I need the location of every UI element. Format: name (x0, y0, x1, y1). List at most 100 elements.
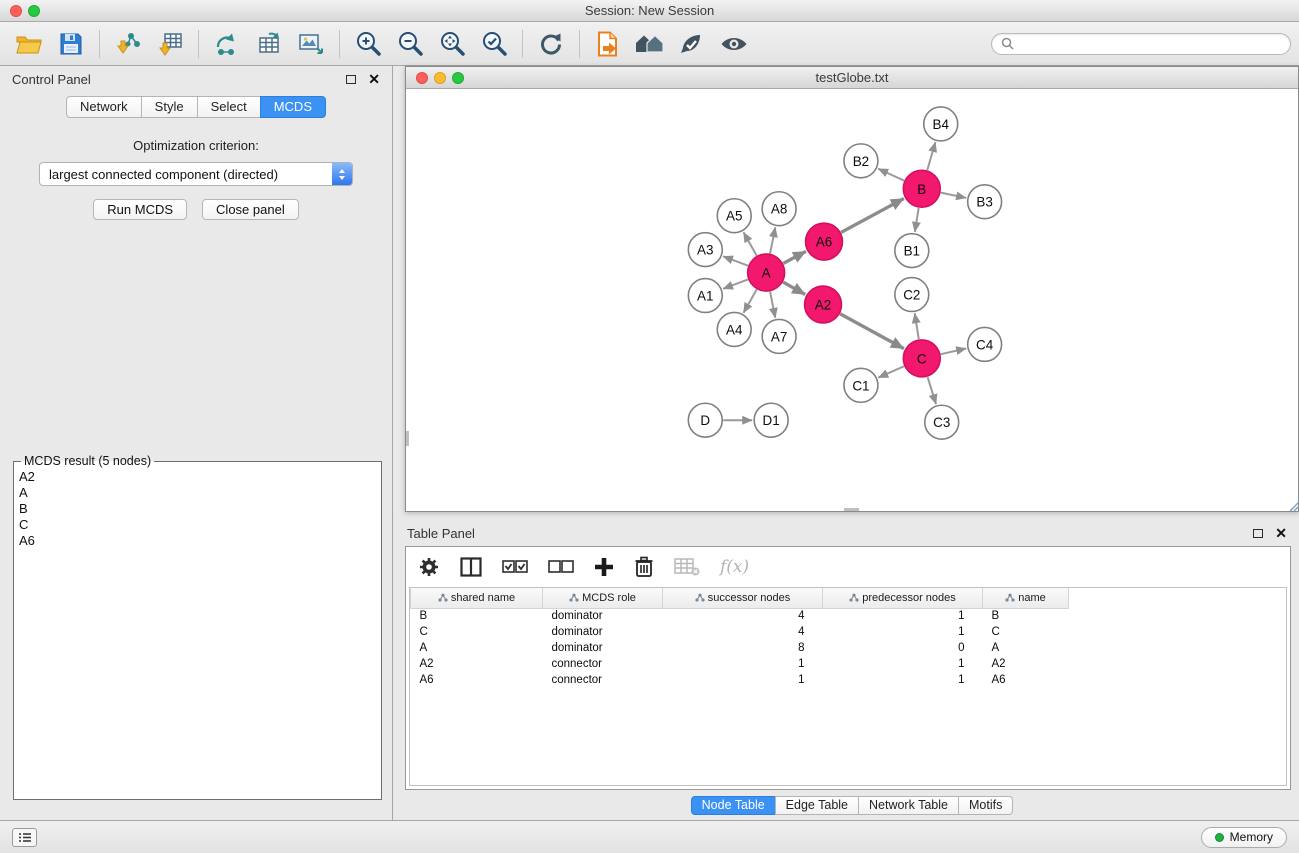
table-cell[interactable]: A (411, 640, 543, 656)
node-C[interactable]: C (903, 340, 940, 377)
zoom-fit-button[interactable] (431, 26, 473, 62)
home-button[interactable] (629, 26, 671, 62)
add-row-button[interactable] (594, 557, 614, 577)
node-B2[interactable]: B2 (844, 144, 878, 178)
edge-C-C2[interactable] (915, 313, 919, 339)
node-B3[interactable]: B3 (968, 185, 1002, 219)
tab-select[interactable]: Select (197, 96, 261, 118)
network-zoom-button[interactable] (452, 72, 464, 84)
node-B4[interactable]: B4 (924, 107, 958, 141)
node-B1[interactable]: B1 (895, 234, 929, 268)
table-cell[interactable]: dominator (543, 640, 663, 656)
node-A[interactable]: A (748, 254, 785, 291)
column-header-predecessor-nodes[interactable]: predecessor nodes (823, 588, 983, 608)
table-cell[interactable]: dominator (543, 608, 663, 624)
network-close-button[interactable] (416, 72, 428, 84)
column-header-successor-nodes[interactable]: successor nodes (663, 588, 823, 608)
mcds-result-item[interactable]: A2 (19, 469, 376, 485)
table-cell[interactable]: 4 (663, 608, 823, 624)
edge-A-A4[interactable] (744, 290, 757, 313)
float-panel-icon[interactable] (346, 75, 356, 84)
table-cell[interactable]: 1 (823, 672, 983, 688)
delete-table-button[interactable] (674, 558, 700, 576)
table-cell[interactable]: connector (543, 656, 663, 672)
zoom-out-button[interactable] (389, 26, 431, 62)
node-A7[interactable]: A7 (762, 319, 796, 353)
open-file-button[interactable] (8, 26, 50, 62)
refresh-layout-button[interactable] (530, 26, 572, 62)
edge-A-A8[interactable] (770, 227, 775, 253)
delete-row-button[interactable] (634, 556, 654, 578)
panel-divider[interactable] (405, 512, 1299, 522)
mcds-result-item[interactable]: A6 (19, 533, 376, 549)
table-cell[interactable]: 1 (823, 656, 983, 672)
table-row[interactable]: A6connector11A6 (411, 672, 1287, 688)
edge-A6-B[interactable] (841, 199, 904, 233)
table-cell[interactable]: C (411, 624, 543, 640)
tab-style[interactable]: Style (141, 96, 198, 118)
deselect-all-rows-button[interactable] (548, 559, 574, 575)
edge-A-A5[interactable] (744, 232, 757, 255)
run-mcds-button[interactable]: Run MCDS (93, 199, 187, 220)
table-settings-button[interactable] (418, 556, 440, 578)
close-panel-button[interactable]: Close panel (202, 199, 299, 220)
tab-motifs[interactable]: Motifs (958, 796, 1013, 815)
tab-network-table[interactable]: Network Table (858, 796, 959, 815)
tab-mcds[interactable]: MCDS (260, 96, 326, 118)
table-cell[interactable]: A (983, 640, 1069, 656)
edge-A2-C[interactable] (840, 314, 904, 349)
table-cell[interactable]: B (983, 608, 1069, 624)
node-C1[interactable]: C1 (844, 368, 878, 402)
show-column-button[interactable] (460, 557, 482, 577)
zoom-in-button[interactable] (347, 26, 389, 62)
node-C3[interactable]: C3 (925, 405, 959, 439)
table-cell[interactable]: A6 (411, 672, 543, 688)
function-builder-button[interactable]: f(x) (720, 557, 749, 577)
new-network-button[interactable] (206, 26, 248, 62)
tab-network[interactable]: Network (66, 96, 142, 118)
table-row[interactable]: A2connector11A2 (411, 656, 1287, 672)
table-cell[interactable]: A2 (411, 656, 543, 672)
edge-C-C4[interactable] (941, 348, 966, 354)
node-B[interactable]: B (903, 170, 940, 207)
node-A4[interactable]: A4 (717, 312, 751, 346)
table-cell[interactable]: connector (543, 672, 663, 688)
edge-C-C1[interactable] (878, 366, 904, 377)
table-cell[interactable]: dominator (543, 624, 663, 640)
edge-B-B4[interactable] (927, 142, 935, 170)
node-A8[interactable]: A8 (762, 192, 796, 226)
table-cell[interactable]: B (411, 608, 543, 624)
optimization-criterion-dropdown[interactable]: largest connected component (directed) (39, 162, 353, 186)
edge-A-A7[interactable] (770, 292, 775, 318)
table-cell[interactable]: 8 (663, 640, 823, 656)
export-image-button[interactable] (290, 26, 332, 62)
memory-button[interactable]: Memory (1201, 827, 1287, 848)
edge-A-A2[interactable] (783, 282, 805, 294)
table-row[interactable]: Bdominator41B (411, 608, 1287, 624)
tab-edge-table[interactable]: Edge Table (775, 796, 859, 815)
table-cell[interactable]: 4 (663, 624, 823, 640)
edge-A-A6[interactable] (783, 251, 806, 263)
select-all-rows-button[interactable] (502, 559, 528, 575)
node-D[interactable]: D (688, 403, 722, 437)
import-network-from-file-button[interactable] (107, 26, 149, 62)
mcds-result-item[interactable]: B (19, 501, 376, 517)
vertical-scroll-nub[interactable] (406, 431, 409, 446)
new-table-button[interactable] (248, 26, 290, 62)
tab-node-table[interactable]: Node Table (691, 796, 776, 815)
node-A5[interactable]: A5 (717, 199, 751, 233)
node-A1[interactable]: A1 (688, 279, 722, 313)
column-header-shared-name[interactable]: shared name (411, 588, 543, 608)
column-header-MCDS-role[interactable]: MCDS role (543, 588, 663, 608)
edge-B-B2[interactable] (878, 169, 904, 181)
table-cell[interactable]: 1 (823, 624, 983, 640)
table-cell[interactable]: C (983, 624, 1069, 640)
edge-B-B1[interactable] (915, 208, 919, 232)
edge-B-B3[interactable] (941, 193, 966, 198)
search-field[interactable] (991, 33, 1291, 55)
table-cell[interactable]: A6 (983, 672, 1069, 688)
save-session-button[interactable] (50, 26, 92, 62)
table-row[interactable]: Adominator80A (411, 640, 1287, 656)
edge-A-A3[interactable] (723, 256, 748, 265)
mcds-result-item[interactable]: A (19, 485, 376, 501)
